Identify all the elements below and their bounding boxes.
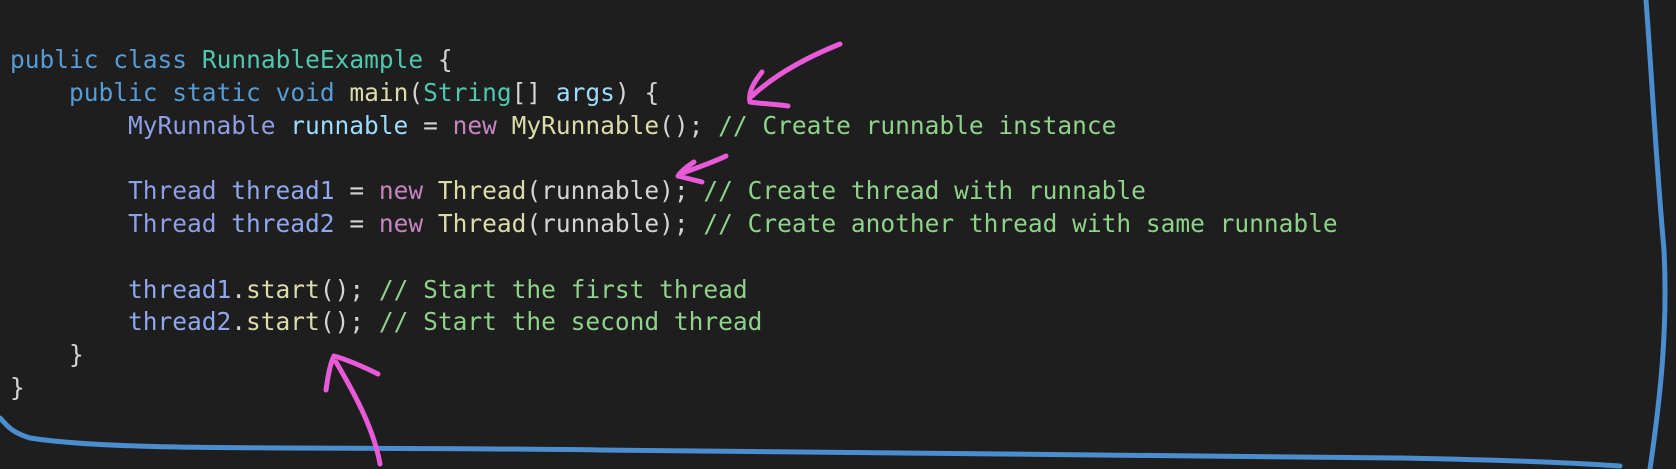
- code-token: // Start the second thread: [378, 307, 763, 337]
- code-token: public: [10, 45, 99, 74]
- code-token: String: [423, 77, 512, 107]
- code-token: Thread: [128, 208, 217, 238]
- code-token: =: [334, 208, 379, 238]
- code-line: }: [10, 339, 1338, 372]
- code-token: static: [172, 77, 261, 107]
- code-token: }: [69, 340, 84, 370]
- code-token: (: [408, 77, 424, 107]
- code-token: start: [246, 274, 320, 304]
- code-token: =: [408, 110, 453, 140]
- code-token: .: [231, 274, 247, 304]
- code-token: class: [113, 45, 188, 74]
- frame-right-border: [1643, 0, 1668, 469]
- code-token: .: [231, 307, 247, 337]
- code-token: thread2: [231, 208, 335, 238]
- code-line: public class RunnableExample {: [10, 44, 1338, 77]
- code-token: Thread: [128, 176, 217, 206]
- code-token: {: [423, 45, 453, 74]
- code-token: Thread: [437, 176, 527, 206]
- code-token: ();: [319, 307, 379, 337]
- code-line: }: [10, 372, 1338, 405]
- code-token: }: [10, 372, 25, 402]
- code-token: start: [246, 307, 320, 337]
- code-line: thread1.start(); // Start the first thre…: [10, 274, 1338, 307]
- code-token: new: [378, 176, 424, 206]
- code-line: Thread thread2 = new Thread(runnable); /…: [10, 208, 1338, 241]
- code-token: // Create runnable instance: [718, 110, 1117, 140]
- code-token: thread1: [231, 176, 335, 206]
- code-token: // Create thread with runnable: [703, 176, 1146, 206]
- frame-bottom-border: [0, 415, 1623, 469]
- code-line: MyRunnable runnable = new MyRunnable(); …: [10, 110, 1338, 143]
- code-token: // Start the first thread: [378, 274, 748, 304]
- code-line: public static void main(String[] args) {: [10, 77, 1338, 110]
- code-token: ) {: [614, 77, 660, 107]
- code-token: void: [275, 77, 335, 107]
- code-token: Thread: [437, 208, 527, 238]
- code-screenshot: public class RunnableExample { public st…: [0, 0, 1676, 469]
- code-token: // Create another thread with same runna…: [703, 208, 1338, 238]
- code-token: ();: [319, 274, 379, 304]
- code-token: MyRunnable: [128, 110, 276, 140]
- code-token: new: [378, 208, 424, 238]
- code-token: thread2: [128, 307, 232, 337]
- code-token: (runnable);: [526, 208, 704, 238]
- code-token: main: [349, 77, 409, 107]
- code-token: RunnableExample: [201, 45, 424, 74]
- code-token: public: [69, 77, 158, 107]
- code-token: =: [334, 176, 379, 206]
- code-token: runnable: [290, 110, 409, 140]
- code-token: MyRunnable: [511, 110, 660, 140]
- code-token: args: [555, 77, 615, 107]
- code-line: thread2.start(); // Start the second thr…: [10, 306, 1338, 339]
- code-token: thread1: [128, 274, 232, 304]
- code-token: (runnable);: [526, 176, 704, 206]
- code-token: []: [511, 77, 556, 107]
- code-token: new: [452, 110, 497, 140]
- code-token: ();: [659, 110, 719, 140]
- code-block: public class RunnableExample { public st…: [10, 44, 1338, 405]
- code-line: Thread thread1 = new Thread(runnable); /…: [10, 175, 1338, 208]
